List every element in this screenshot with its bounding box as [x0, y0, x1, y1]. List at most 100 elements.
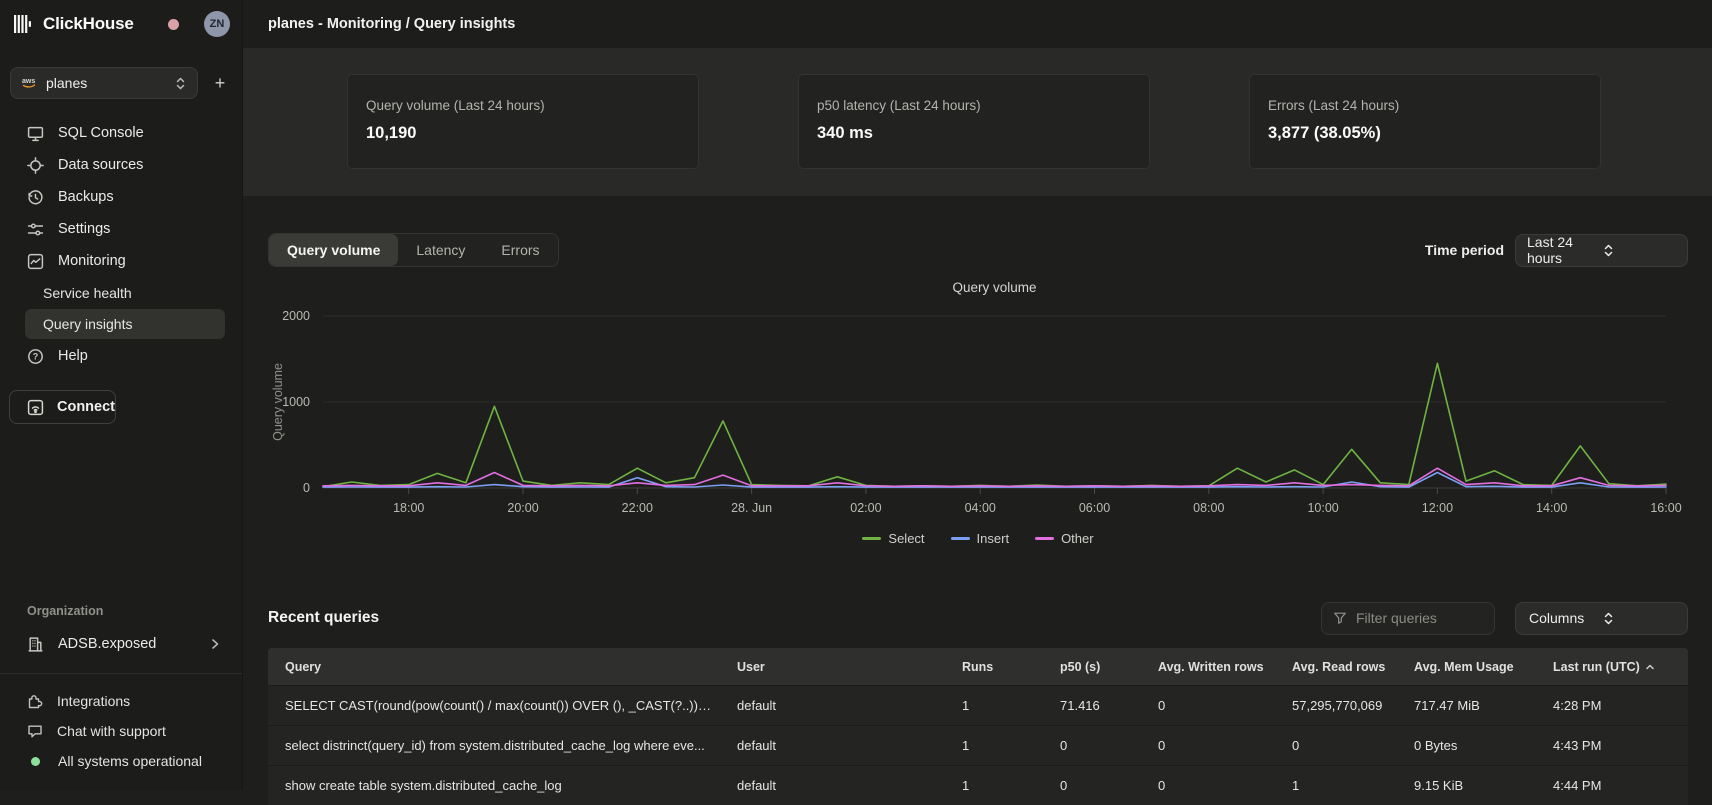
svg-text:04:00: 04:00 [965, 501, 996, 515]
sidebar-item-sql-console[interactable]: SQL Console [0, 117, 242, 149]
table-cell: 0 [1158, 778, 1292, 793]
data-sources-icon [27, 157, 44, 174]
stat-card-p50-latency: p50 latency (Last 24 hours) 340 ms [798, 74, 1150, 169]
sidebar-item-chat-support[interactable]: Chat with support [0, 716, 242, 746]
sidebar-item-service-health[interactable]: Service health [25, 278, 225, 308]
sidebar-item-backups[interactable]: Backups [0, 181, 242, 213]
table-cell: 1 [962, 778, 1060, 793]
filter-queries-input[interactable] [1356, 610, 1483, 626]
svg-text:14:00: 14:00 [1536, 501, 1567, 515]
table-row[interactable]: show create table system.distributed_cac… [268, 765, 1688, 805]
column-header-runs[interactable]: Runs [962, 660, 1060, 674]
column-header-avg-mem-usage[interactable]: Avg. Mem Usage [1414, 660, 1553, 674]
sidebar-item-help[interactable]: ? Help [0, 340, 242, 372]
table-row[interactable]: select distrinct(query_id) from system.d… [268, 725, 1688, 765]
organization-item[interactable]: ADSB.exposed [0, 628, 242, 660]
sidebar-item-data-sources[interactable]: Data sources [0, 149, 242, 181]
table-cell: 1 [962, 698, 1060, 713]
sidebar-item-query-insights[interactable]: Query insights [25, 309, 225, 339]
stat-value: 10,190 [366, 124, 680, 143]
status-dot [168, 19, 179, 30]
column-header-user[interactable]: User [737, 660, 962, 674]
stat-label: Query volume (Last 24 hours) [366, 98, 680, 113]
table-cell: 0 [1060, 738, 1158, 753]
legend-item-other[interactable]: Other [1035, 531, 1094, 546]
table-header-row: QueryUserRunsp50 (s)Avg. Written rowsAvg… [268, 648, 1688, 685]
sidebar-subitem-label: Query insights [43, 316, 132, 332]
sidebar-item-label: Help [58, 348, 88, 364]
filter-queries-box[interactable] [1321, 602, 1495, 635]
help-icon: ? [27, 348, 44, 365]
system-status-item[interactable]: All systems operational [0, 746, 242, 776]
avatar[interactable]: ZN [204, 11, 230, 37]
table-cell: 9.15 KiB [1414, 778, 1553, 793]
legend-swatch [1035, 537, 1054, 540]
sidebar-item-label: Monitoring [58, 253, 126, 269]
sidebar-item-integrations[interactable]: Integrations [0, 686, 242, 716]
sidebar: ClickHouse ZN aws planes + [0, 0, 243, 790]
tab-latency[interactable]: Latency [398, 234, 483, 266]
chevron-updown-icon [1602, 243, 1677, 258]
brand-name: ClickHouse [43, 14, 134, 34]
recent-queries-table: QueryUserRunsp50 (s)Avg. Written rowsAvg… [268, 648, 1688, 805]
table-cell: 71.416 [1060, 698, 1158, 713]
stat-value: 340 ms [817, 124, 1131, 143]
stat-card-query-volume: Query volume (Last 24 hours) 10,190 [347, 74, 699, 169]
organization-section-label: Organization [0, 604, 242, 618]
table-cell: 0 [1158, 698, 1292, 713]
chart-legend: Select Insert Other [268, 531, 1688, 546]
connect-button[interactable]: Connect [9, 390, 116, 424]
clickhouse-logo-icon [14, 15, 34, 33]
sidebar-item-label: Integrations [57, 693, 130, 709]
table-cell: 57,295,770,069 [1292, 698, 1414, 713]
table-row[interactable]: SELECT CAST(round(pow(count() / max(coun… [268, 685, 1688, 725]
svg-text:28. Jun: 28. Jun [731, 501, 772, 515]
sidebar-item-label: SQL Console [58, 125, 144, 141]
monitoring-chart-icon [27, 253, 44, 270]
legend-label: Other [1061, 531, 1094, 546]
legend-label: Insert [977, 531, 1010, 546]
column-header-avg-written-rows[interactable]: Avg. Written rows [1158, 660, 1292, 674]
main-area: planes - Monitoring / Query insights Que… [243, 0, 1712, 790]
column-header-p50-s-[interactable]: p50 (s) [1060, 660, 1158, 674]
sidebar-nav: SQL Console Data sources Backups [0, 117, 242, 424]
columns-select[interactable]: Columns [1515, 602, 1688, 635]
recent-queries-header-row: Recent queries Columns [268, 600, 1688, 636]
svg-text:0: 0 [303, 481, 310, 495]
table-cell: SELECT CAST(round(pow(count() / max(coun… [268, 698, 737, 713]
svg-text:20:00: 20:00 [507, 501, 538, 515]
table-cell: 4:44 PM [1553, 778, 1688, 793]
recent-queries-title: Recent queries [268, 609, 379, 627]
legend-swatch [862, 537, 881, 540]
svg-text:12:00: 12:00 [1422, 501, 1453, 515]
status-green-dot [31, 757, 40, 766]
divider [0, 673, 242, 674]
tab-errors[interactable]: Errors [483, 234, 557, 266]
column-header-last-run-utc-[interactable]: Last run (UTC) [1553, 660, 1688, 674]
chat-bubble-icon [27, 723, 43, 739]
stat-label: p50 latency (Last 24 hours) [817, 98, 1131, 113]
table-cell: 717.47 MiB [1414, 698, 1553, 713]
table-cell: 4:28 PM [1553, 698, 1688, 713]
column-header-avg-read-rows[interactable]: Avg. Read rows [1292, 660, 1414, 674]
add-service-button[interactable]: + [208, 71, 232, 95]
sidebar-item-monitoring[interactable]: Monitoring [0, 245, 242, 277]
sidebar-item-settings[interactable]: Settings [0, 213, 242, 245]
chart-tabs: Query volumeLatencyErrors [268, 233, 559, 267]
svg-text:08:00: 08:00 [1193, 501, 1224, 515]
chevron-updown-icon [1602, 611, 1675, 626]
time-period-select[interactable]: Last 24 hours [1515, 234, 1688, 267]
table-cell: 1 [962, 738, 1060, 753]
service-name: planes [46, 75, 165, 91]
stat-strip: Query volume (Last 24 hours) 10,190 p50 … [243, 48, 1712, 196]
svg-text:16:00: 16:00 [1650, 501, 1681, 515]
svg-text:06:00: 06:00 [1079, 501, 1110, 515]
legend-item-insert[interactable]: Insert [951, 531, 1010, 546]
legend-item-select[interactable]: Select [862, 531, 924, 546]
column-header-query[interactable]: Query [268, 660, 737, 674]
table-cell: default [737, 778, 962, 793]
service-selector[interactable]: aws planes [10, 67, 198, 99]
tab-query-volume[interactable]: Query volume [269, 234, 398, 266]
svg-text:18:00: 18:00 [393, 501, 424, 515]
svg-text:1000: 1000 [282, 395, 310, 409]
